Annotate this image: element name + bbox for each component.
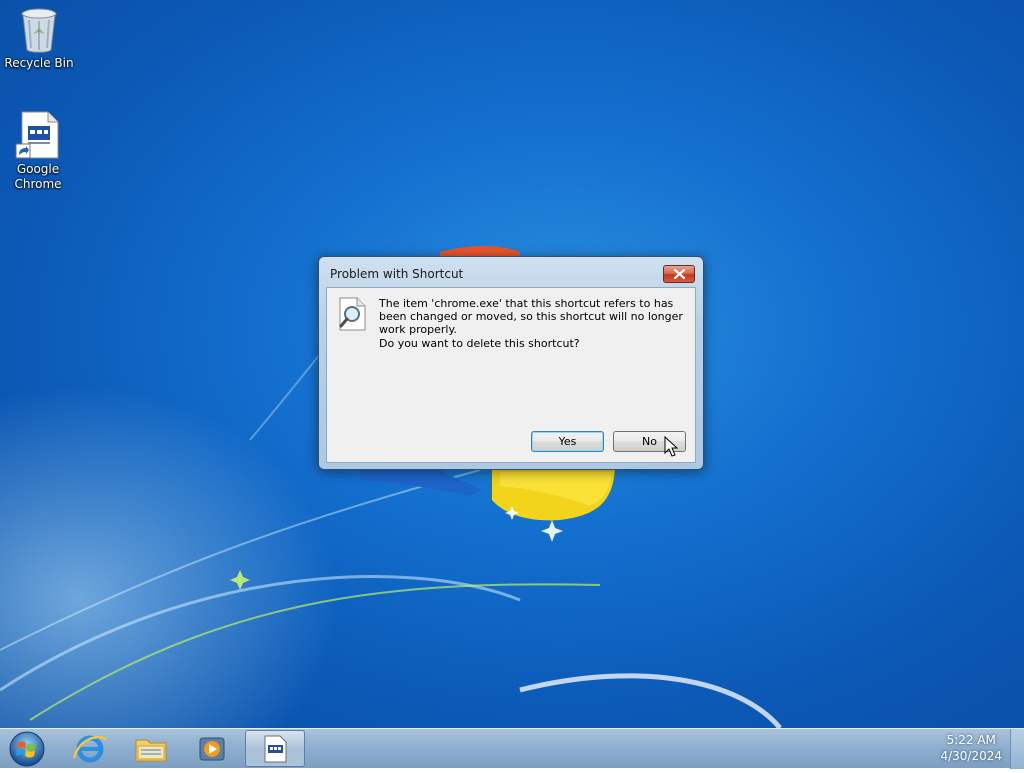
- close-button[interactable]: [663, 265, 695, 283]
- shortcut-file-icon: [15, 111, 59, 159]
- yes-button[interactable]: Yes: [531, 431, 604, 452]
- dialog-body: The item 'chrome.exe' that this shortcut…: [326, 287, 696, 463]
- clock-time: 5:22 AM: [946, 733, 996, 747]
- desktop-icon-label: Recycle Bin: [4, 56, 74, 70]
- taskbar-media-player[interactable]: [182, 730, 242, 767]
- system-clock[interactable]: 5:22 AM 4/30/2024: [940, 732, 1002, 764]
- start-button[interactable]: [4, 729, 50, 769]
- internet-explorer-icon: [72, 735, 108, 763]
- dialog-message: The item 'chrome.exe' that this shortcut…: [379, 297, 683, 336]
- taskbar-file-explorer[interactable]: [121, 730, 181, 767]
- desktop-icon-google-chrome[interactable]: Google Chrome: [0, 110, 76, 192]
- desktop-icon-recycle-bin[interactable]: Recycle Bin: [1, 6, 77, 71]
- problem-with-shortcut-dialog: Problem with Shortcut The item 'chrome.e…: [318, 256, 704, 470]
- close-icon: [674, 269, 685, 279]
- dialog-title: Problem with Shortcut: [330, 267, 464, 281]
- file-explorer-icon: [135, 739, 167, 762]
- media-player-icon: [199, 737, 225, 761]
- taskbar: 5:22 AM 4/30/2024: [0, 728, 1024, 769]
- desktop-icon-label: Google Chrome: [14, 162, 62, 191]
- windows-start-orb-icon: [9, 731, 45, 767]
- recycle-bin-icon: [21, 8, 57, 53]
- taskbar-chrome-shortcut[interactable]: [245, 730, 305, 767]
- dialog-question: Do you want to delete this shortcut?: [379, 337, 580, 350]
- taskbar-internet-explorer[interactable]: [60, 730, 120, 767]
- shortcut-file-icon: [264, 735, 287, 763]
- clock-date: 4/30/2024: [940, 749, 1002, 763]
- mouse-cursor-icon: [664, 436, 678, 457]
- show-desktop-button[interactable]: [1010, 729, 1024, 769]
- magnifier-document-icon: [339, 297, 366, 331]
